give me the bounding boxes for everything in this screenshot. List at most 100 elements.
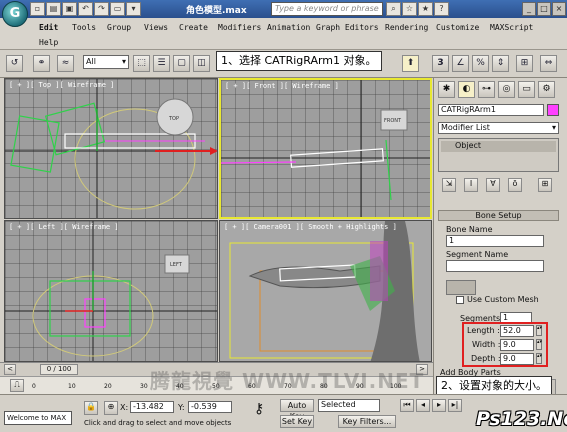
make-unique-icon[interactable]: ∀ bbox=[486, 178, 500, 192]
viewport-left[interactable]: [ + ][ Left ][ Wireframe ] LEFT bbox=[4, 220, 218, 362]
menu-edit[interactable]: Edit bbox=[39, 23, 58, 32]
window-crossing-icon[interactable]: ◫ bbox=[193, 55, 210, 72]
menu-rendering[interactable]: Rendering bbox=[385, 23, 428, 32]
viewport-label-camera[interactable]: [ + ][ Camera001 ][ Smooth + Highlights … bbox=[224, 223, 397, 231]
menu-animation[interactable]: Animation bbox=[267, 23, 310, 32]
menu-help[interactable]: Help bbox=[39, 38, 58, 47]
y-coordinate-field[interactable]: -0.539 bbox=[188, 401, 232, 413]
angle-snap-icon[interactable]: ∠ bbox=[452, 55, 469, 72]
menu-maxscript[interactable]: MAXScript bbox=[490, 23, 533, 32]
viewport-front[interactable]: [ + ][ Front ][ Wireframe ] FRONT bbox=[219, 78, 432, 219]
snaps-toggle-icon[interactable]: 3 bbox=[432, 55, 449, 72]
move-tool-icon[interactable]: ⬆ bbox=[402, 55, 419, 72]
go-to-start-icon[interactable]: ⏮ bbox=[400, 399, 414, 412]
menu-group[interactable]: Group bbox=[107, 23, 131, 32]
app-logo-icon[interactable]: G bbox=[2, 1, 28, 27]
time-prev-icon[interactable]: < bbox=[4, 364, 16, 375]
custom-mesh-picker[interactable] bbox=[446, 280, 476, 295]
track-bar-icon[interactable]: ⎍ bbox=[10, 379, 24, 392]
time-frame-indicator[interactable]: 0 / 100 bbox=[40, 364, 78, 375]
absolute-mode-icon[interactable]: ⊕ bbox=[104, 401, 118, 415]
open-file-icon[interactable]: ▤ bbox=[46, 2, 61, 16]
viewport-top[interactable]: [ + ][ Top ][ Wireframe ] TOP bbox=[4, 78, 218, 219]
modify-tab-icon[interactable]: ◐ bbox=[458, 81, 475, 98]
viewcube-left-label[interactable]: LEFT bbox=[170, 262, 183, 268]
motion-tab-icon[interactable]: ◎ bbox=[498, 81, 515, 98]
width-field[interactable]: 9.0 bbox=[500, 339, 534, 351]
length-field[interactable]: 52.0 bbox=[500, 325, 534, 337]
show-end-result-icon[interactable]: I bbox=[464, 178, 478, 192]
search-icon[interactable]: ⌕ bbox=[386, 2, 401, 16]
modifier-list-dropdown[interactable]: Modifier List ▾ bbox=[438, 122, 559, 134]
selection-filter-dropdown[interactable]: All ▾ bbox=[83, 55, 129, 69]
minimize-button[interactable]: _ bbox=[522, 2, 536, 16]
stack-item-object[interactable]: Object bbox=[441, 141, 556, 152]
undo-history-icon[interactable]: ↺ bbox=[6, 55, 23, 72]
viewport-label-left[interactable]: [ + ][ Left ][ Wireframe ] bbox=[9, 223, 119, 231]
bone-name-field[interactable]: 1 bbox=[446, 235, 544, 247]
set-key-button[interactable]: Set Key bbox=[280, 415, 314, 428]
play-icon[interactable]: ▸ bbox=[432, 399, 446, 412]
menu-views[interactable]: Views bbox=[144, 23, 168, 32]
hierarchy-tab-icon[interactable]: ⊶ bbox=[478, 81, 495, 98]
next-frame-icon[interactable]: ▸| bbox=[448, 399, 462, 412]
pin-stack-icon[interactable]: ⇲ bbox=[442, 178, 456, 192]
key-mode-dropdown[interactable]: Selected bbox=[318, 399, 380, 412]
display-tab-icon[interactable]: ▭ bbox=[518, 81, 535, 98]
undo-icon[interactable]: ↶ bbox=[78, 2, 93, 16]
save-icon[interactable]: ▣ bbox=[62, 2, 77, 16]
width-label: Width : bbox=[472, 340, 501, 349]
object-name-field[interactable]: CATRigRArm1 bbox=[438, 104, 544, 116]
select-and-link-icon[interactable]: ⚭ bbox=[33, 55, 50, 72]
dropdown-arrow-icon[interactable]: ▾ bbox=[126, 2, 141, 16]
prev-frame-icon[interactable]: ◂ bbox=[416, 399, 430, 412]
viewcube-front-label[interactable]: FRONT bbox=[384, 118, 402, 124]
rollout-bone-setup[interactable]: Bone Setup bbox=[438, 210, 559, 221]
menu-tools[interactable]: Tools bbox=[72, 23, 96, 32]
mirror-icon[interactable]: ⇔ bbox=[540, 55, 557, 72]
viewport-camera[interactable]: [ + ][ Camera001 ][ Smooth + Highlights … bbox=[219, 220, 432, 362]
use-custom-mesh-checkbox[interactable] bbox=[456, 296, 464, 304]
object-color-swatch[interactable] bbox=[547, 104, 559, 116]
key-filters-button[interactable]: Key Filters... bbox=[338, 415, 396, 428]
region-select-icon[interactable]: ▢ bbox=[173, 55, 190, 72]
utilities-tab-icon[interactable]: ⚙ bbox=[538, 81, 555, 98]
maximize-button[interactable]: □ bbox=[537, 2, 551, 16]
create-tab-icon[interactable]: ✱ bbox=[438, 81, 455, 98]
menu-graph-editors[interactable]: Graph Editors bbox=[316, 23, 379, 32]
viewcube-top-label[interactable]: TOP bbox=[168, 116, 179, 122]
percent-snap-icon[interactable]: % bbox=[472, 55, 489, 72]
select-object-icon[interactable]: ⬚ bbox=[133, 55, 150, 72]
maxscript-listener[interactable]: Welcome to MAX bbox=[4, 411, 72, 425]
new-file-icon[interactable]: ▫ bbox=[30, 2, 45, 16]
close-button[interactable]: × bbox=[552, 2, 566, 16]
help-icon[interactable]: ? bbox=[434, 2, 449, 16]
width-spinner[interactable]: ▴▾ bbox=[536, 339, 542, 350]
menu-customize[interactable]: Customize bbox=[436, 23, 479, 32]
x-label: X: bbox=[120, 403, 129, 412]
unlink-icon[interactable]: ≈ bbox=[57, 55, 74, 72]
select-by-name-icon[interactable]: ☰ bbox=[153, 55, 170, 72]
favorites-icon[interactable]: ★ bbox=[418, 2, 433, 16]
depth-field[interactable]: 9.0 bbox=[500, 353, 534, 365]
menu-create[interactable]: Create bbox=[179, 23, 208, 32]
project-folder-icon[interactable]: ▭ bbox=[110, 2, 125, 16]
configure-sets-icon[interactable]: ⊞ bbox=[538, 178, 552, 192]
redo-icon[interactable]: ↷ bbox=[94, 2, 109, 16]
subscription-icon[interactable]: ☆ bbox=[402, 2, 417, 16]
segment-name-field[interactable] bbox=[446, 260, 544, 272]
remove-modifier-icon[interactable]: ō bbox=[508, 178, 522, 192]
spinner-snap-icon[interactable]: ⇕ bbox=[492, 55, 509, 72]
length-spinner[interactable]: ▴▾ bbox=[536, 325, 542, 336]
search-input[interactable]: Type a keyword or phrase bbox=[271, 2, 383, 16]
depth-spinner[interactable]: ▴▾ bbox=[536, 353, 542, 364]
menu-modifiers[interactable]: Modifiers bbox=[218, 23, 261, 32]
modifier-stack[interactable]: Object bbox=[438, 138, 559, 172]
auto-key-button[interactable]: Auto Key bbox=[280, 399, 314, 421]
key-icon[interactable]: ⚷ bbox=[254, 401, 264, 417]
viewport-label-top[interactable]: [ + ][ Top ][ Wireframe ] bbox=[9, 81, 114, 89]
named-selection-icon[interactable]: ⊞ bbox=[516, 55, 533, 72]
x-coordinate-field[interactable]: -13.482 bbox=[130, 401, 174, 413]
viewport-label-front[interactable]: [ + ][ Front ][ Wireframe ] bbox=[225, 82, 339, 90]
lock-selection-icon[interactable]: 🔒 bbox=[84, 401, 98, 415]
